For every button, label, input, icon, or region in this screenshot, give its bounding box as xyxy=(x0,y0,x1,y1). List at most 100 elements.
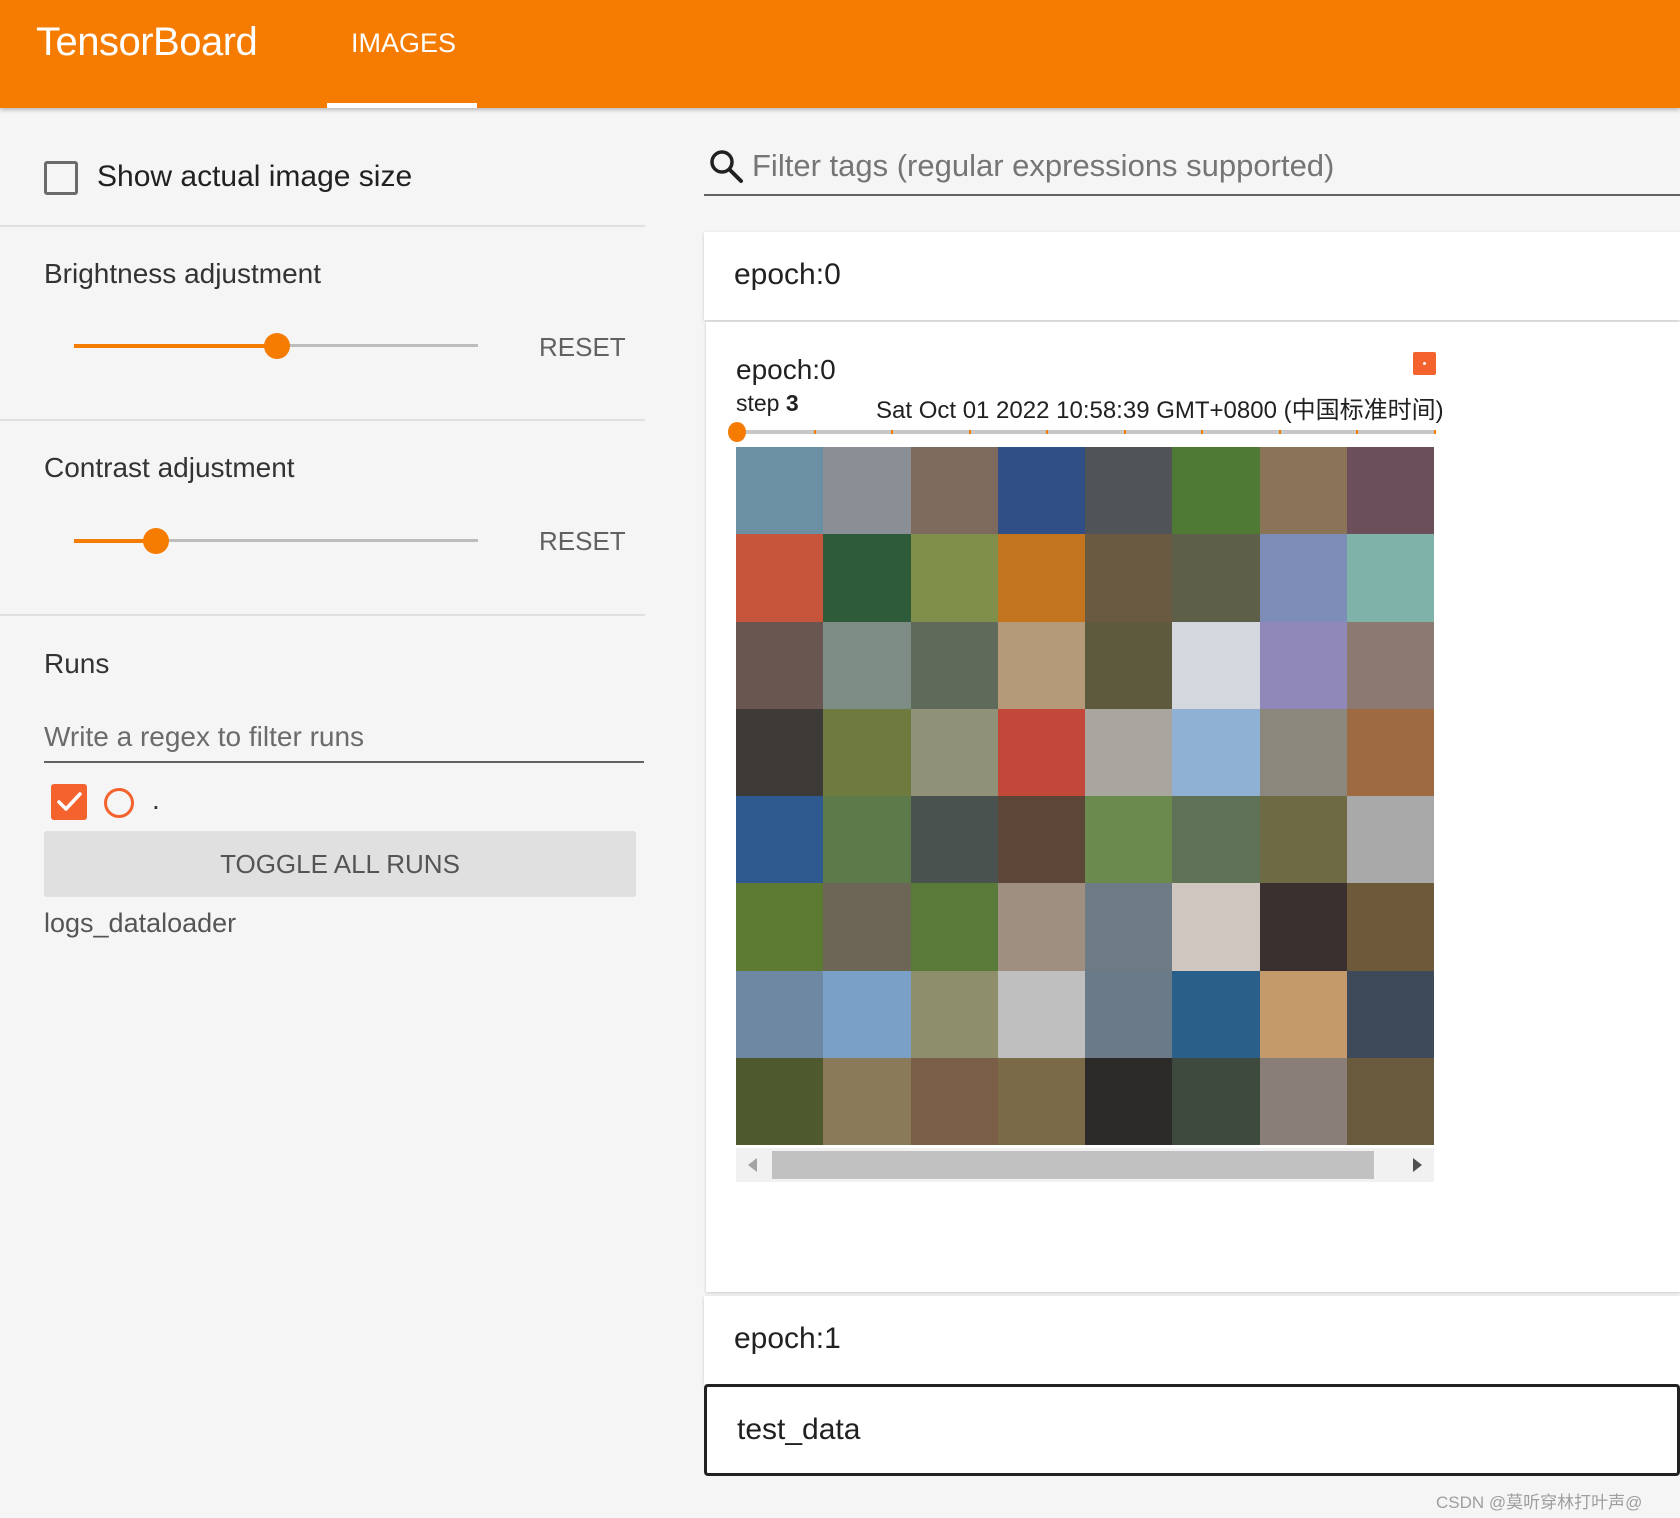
section-header-test-data[interactable]: test_data xyxy=(704,1384,1680,1476)
image-thumbnail xyxy=(1259,883,1347,971)
image-thumbnail xyxy=(997,970,1085,1058)
image-thumbnail xyxy=(997,883,1085,971)
scroll-left-icon[interactable] xyxy=(748,1158,757,1172)
step-track xyxy=(736,430,1434,434)
image-thumbnail xyxy=(736,447,824,535)
sidebar-divider xyxy=(0,225,645,227)
image-thumbnail xyxy=(823,1057,911,1145)
step-value: 3 xyxy=(785,390,799,416)
section-header-epoch-1[interactable]: epoch:1 xyxy=(704,1296,1680,1384)
image-thumbnail xyxy=(1172,621,1260,709)
runs-title: Runs xyxy=(44,648,110,679)
tab-images-label: IMAGES xyxy=(351,28,457,58)
image-thumbnail xyxy=(1085,970,1173,1058)
image-thumbnail xyxy=(1346,447,1434,535)
image-thumbnail xyxy=(1085,708,1173,796)
app-brand[interactable]: TensorBoard xyxy=(36,20,258,65)
image-thumbnail xyxy=(1259,796,1347,884)
image-thumbnail xyxy=(736,970,824,1058)
tag-filter-input[interactable] xyxy=(752,143,1680,189)
card-timestamp: Sat Oct 01 2022 10:58:39 GMT+0800 (中国标准时… xyxy=(876,397,1444,424)
watermark: CSDN @莫听穿林打叶声@ xyxy=(1436,1493,1643,1512)
image-thumbnail xyxy=(823,796,911,884)
image-thumbnail xyxy=(1259,447,1347,535)
image-thumbnail xyxy=(910,1057,998,1145)
image-thumbnail xyxy=(1085,796,1173,884)
image-thumbnail xyxy=(997,708,1085,796)
runs-filter-input[interactable] xyxy=(44,713,644,763)
brightness-fill xyxy=(74,344,276,348)
image-thumbnail xyxy=(1085,883,1173,971)
sidebar-divider xyxy=(0,614,645,616)
image-thumbnail xyxy=(997,534,1085,622)
scrollbar-thumb[interactable] xyxy=(772,1151,1374,1179)
image-thumbnail xyxy=(1172,1057,1260,1145)
image-thumbnail xyxy=(1346,621,1434,709)
toggle-all-runs-button[interactable]: TOGGLE ALL RUNS xyxy=(44,831,636,897)
brightness-label: Brightness adjustment xyxy=(44,258,322,289)
card-step: step 3 xyxy=(736,390,799,417)
brightness-reset-button[interactable]: RESET xyxy=(539,332,626,363)
image-thumbnail xyxy=(1346,534,1434,622)
step-knob[interactable] xyxy=(728,422,746,442)
image-thumbnail xyxy=(910,534,998,622)
step-tick xyxy=(1201,430,1203,434)
contrast-label: Contrast adjustment xyxy=(44,452,295,483)
tab-images[interactable]: IMAGES xyxy=(327,0,477,108)
show-actual-size-label: Show actual image size xyxy=(97,160,413,193)
image-thumbnail xyxy=(736,796,824,884)
image-grid xyxy=(736,447,1434,1145)
image-thumbnail xyxy=(910,708,998,796)
sidebar-divider xyxy=(0,419,645,421)
image-thumbnail xyxy=(997,1057,1085,1145)
run-checkbox[interactable] xyxy=(51,784,87,820)
image-card: epoch:0 step 3 Sat Oct 01 2022 10:58:39 … xyxy=(706,322,1680,1292)
step-tick xyxy=(1046,430,1048,434)
image-thumbnail xyxy=(910,796,998,884)
image-thumbnail xyxy=(1172,883,1260,971)
image-thumbnail xyxy=(823,970,911,1058)
image-thumbnail xyxy=(1346,883,1434,971)
step-tick xyxy=(1279,430,1281,434)
run-color-circle-icon[interactable] xyxy=(104,788,134,818)
image-thumbnail xyxy=(736,883,824,971)
image-thumbnail xyxy=(910,883,998,971)
section-title: epoch:1 xyxy=(734,1322,841,1355)
image-thumbnail xyxy=(997,621,1085,709)
image-thumbnail xyxy=(1346,970,1434,1058)
image-thumbnail xyxy=(736,534,824,622)
card-title: epoch:0 xyxy=(736,354,836,385)
image-thumbnail xyxy=(1172,447,1260,535)
image-thumbnail xyxy=(823,534,911,622)
image-thumbnail xyxy=(997,796,1085,884)
image-thumbnail xyxy=(823,447,911,535)
run-name: . xyxy=(152,784,160,815)
brightness-knob[interactable] xyxy=(264,333,290,359)
section-header-epoch-0[interactable]: epoch:0 xyxy=(704,232,1680,320)
image-thumbnail xyxy=(736,621,824,709)
image-thumbnail xyxy=(823,883,911,971)
image-thumbnail xyxy=(1172,970,1260,1058)
image-thumbnail xyxy=(1172,796,1260,884)
show-actual-size-checkbox[interactable] xyxy=(44,161,78,195)
image-thumbnail xyxy=(997,447,1085,535)
image-thumbnail xyxy=(910,621,998,709)
step-tick xyxy=(969,430,971,434)
image-thumbnail xyxy=(1085,447,1173,535)
check-icon xyxy=(57,792,82,811)
app-header: TensorBoard IMAGES xyxy=(0,0,1680,108)
step-tick xyxy=(1356,430,1358,434)
image-thumbnail xyxy=(1085,621,1173,709)
contrast-knob[interactable] xyxy=(143,528,169,554)
scroll-right-icon[interactable] xyxy=(1413,1158,1422,1172)
contrast-reset-button[interactable]: RESET xyxy=(539,526,626,557)
horizontal-scrollbar[interactable] xyxy=(736,1148,1434,1182)
image-thumbnail xyxy=(1346,796,1434,884)
step-tick xyxy=(1124,430,1126,434)
image-thumbnail xyxy=(1259,621,1347,709)
image-thumbnail xyxy=(823,621,911,709)
image-thumbnail xyxy=(1172,708,1260,796)
image-thumbnail xyxy=(1259,1057,1347,1145)
section-title: test_data xyxy=(737,1413,861,1446)
image-thumbnail xyxy=(1259,708,1347,796)
